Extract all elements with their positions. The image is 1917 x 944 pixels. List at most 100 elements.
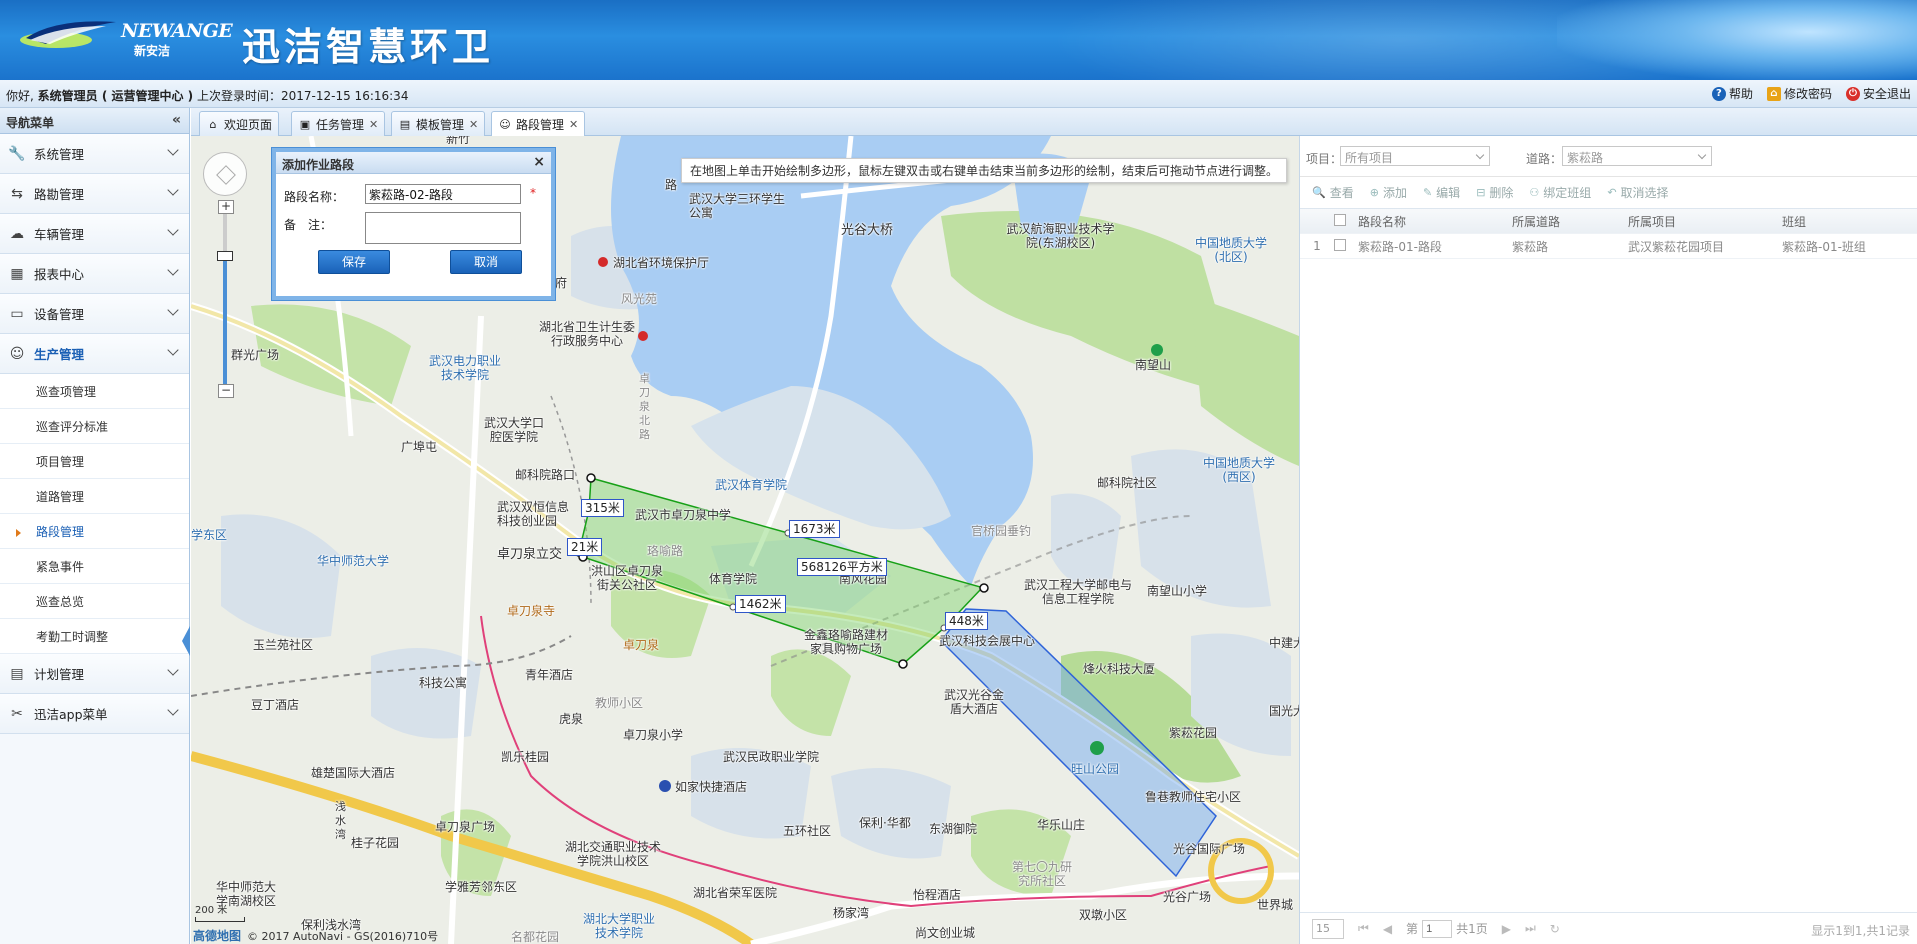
project-select[interactable]: 所有项目 [1340,146,1490,166]
scale-bar [195,917,245,922]
sidebar-title: 导航菜单 « [0,108,189,134]
map-label: 卓刀泉 [623,638,660,652]
production-submenu: 巡查项管理 巡查评分标准 项目管理 道路管理 路段管理 紧急事件 巡查总览 考勤… [0,374,189,654]
delete-button[interactable]: ⊟ 删除 [1476,184,1513,201]
change-password-link[interactable]: ⌂ 修改密码 [1766,85,1832,102]
pencil-icon: ✎ [1422,186,1433,199]
tab-template-management[interactable]: ▤ 模板管理 ✕ [391,111,486,136]
smile-icon: ☺ [499,118,511,131]
next-page-button[interactable]: ▶ [1502,922,1511,936]
sidebar-item-attendance[interactable]: 考勤工时调整 [0,619,189,654]
view-button[interactable]: 🔍 查看 [1312,184,1354,201]
road-select[interactable]: 紫菘路 [1562,146,1712,166]
refresh-icon[interactable]: ↻ [1550,922,1560,936]
zoom-rail-fill [223,251,227,386]
sidebar-item-projects[interactable]: 项目管理 [0,444,189,479]
menu-group-app[interactable]: ✂ 迅洁app菜单 [0,694,189,734]
scale-text: 200 米 [195,905,228,916]
tab-welcome[interactable]: ⌂ 欢迎页面 [199,111,280,136]
collapse-sidebar-button[interactable]: « [172,112,181,128]
page-size-select[interactable]: 15 [1312,918,1344,939]
page-number-input[interactable] [1422,919,1453,938]
page-summary: 显示1到1,共1记录 [1811,924,1910,938]
pan-control[interactable] [203,152,247,196]
tab-label: 任务管理 [316,117,365,132]
cancel-selection-button[interactable]: ↶ 取消选择 [1607,184,1668,201]
close-icon[interactable]: ✕ [569,118,578,131]
menu-group-plan[interactable]: ▤ 计划管理 [0,654,189,694]
sidebar-item-roads[interactable]: 道路管理 [0,479,189,514]
zoom-thumb[interactable] [217,251,233,261]
row-checkbox[interactable] [1334,238,1346,251]
close-icon[interactable]: ✕ [469,118,478,131]
edit-button[interactable]: ✎ 编辑 [1423,184,1460,201]
power-icon: ⏻ [1845,86,1860,101]
sidebar-item-scoring-standard[interactable]: 巡查评分标准 [0,409,189,444]
bind-team-button[interactable]: ⚇ 绑定班组 [1529,184,1591,201]
map-label: 新竹 [446,136,471,146]
user-name: 系统管理员 ( 运营管理中心 ) [37,89,194,103]
save-button[interactable]: 保存 [318,250,390,274]
tab-road-segment-management[interactable]: ☺ 路段管理 ✕ [491,111,586,137]
measurement-label: 21米 [567,538,603,556]
cancel-selection-label: 取消选择 [1620,186,1669,200]
menu-group-vehicle[interactable]: ☁ 车辆管理 [0,214,189,254]
map-label: 中国地质大学(西区) [1202,456,1275,484]
column-header[interactable]: 所属项目 [1624,213,1778,230]
map-label: 武汉科技会展中心 [939,634,1036,648]
select-all-checkbox-cell [1330,213,1354,229]
document-icon: ▤ [10,665,24,682]
logout-label: 安全退出 [1862,87,1911,101]
column-header[interactable]: 所属道路 [1508,213,1624,230]
measurement-label: 315米 [581,499,624,517]
help-link[interactable]: ? 帮助 [1711,85,1753,102]
map-label: 国光大 [1269,704,1299,718]
select-all-checkbox[interactable] [1334,213,1346,226]
logout-link[interactable]: ⏻ 安全退出 [1845,85,1911,102]
close-icon[interactable]: ✕ [369,118,378,131]
map-label: 如家快捷酒店 [675,780,748,794]
filter-bar: 项目： 所有项目 道路： 紫菘路 [1300,136,1917,176]
tab-task-management[interactable]: ▣ 任务管理 ✕ [291,111,386,136]
map-label: 卓刀泉广场 [435,820,496,834]
segment-name-input[interactable] [365,184,521,204]
menu-group-label: 路勘管理 [34,187,85,202]
sidebar-item-inspection-overview[interactable]: 巡查总览 [0,584,189,619]
zoom-in-button[interactable]: + [218,200,234,214]
column-header[interactable]: 班组 [1778,213,1908,230]
map-label: 湖北交通职业技术学院洪山校区 [565,840,662,868]
first-page-button[interactable]: ⏮ [1358,921,1369,936]
note-input[interactable] [365,212,521,244]
measurement-label: 448米 [945,612,988,630]
map-label: 光谷国际广场 [1173,842,1246,856]
map-label: 虎泉 [559,712,584,726]
map-label: 武汉市卓刀泉中学 [635,508,732,522]
map-label: 青年酒店 [525,668,574,682]
menu-group-report[interactable]: ▦ 报表中心 [0,254,189,294]
table-row[interactable]: 1 紫菘路-01-路段 紫菘路 武汉紫菘花园项目 紫菘路-01-班组 [1300,234,1917,259]
add-button[interactable]: ⊕ 添加 [1370,184,1407,201]
menu-group-device[interactable]: ▭ 设备管理 [0,294,189,334]
chevron-down-icon [167,224,179,236]
menu-group-survey[interactable]: ⇆ 路勘管理 [0,174,189,214]
last-page-button[interactable]: ⏭ [1525,921,1536,936]
zoom-slider[interactable]: + − [217,200,234,398]
sidebar-item-road-segments[interactable]: 路段管理 [0,514,189,549]
sidebar-item-emergencies[interactable]: 紧急事件 [0,549,189,584]
prev-page-button[interactable]: ◀ [1383,922,1392,936]
map-copyright: © 2017 AutoNavi - GS(2016)710号 [247,930,439,943]
menu-group-system[interactable]: 🔧 系统管理 [0,134,189,174]
column-header[interactable]: 路段名称 [1354,213,1508,230]
map-label: 卓刀泉立交 [497,547,563,562]
map-label: 怡程酒店 [913,888,962,902]
map-label: 华中师范大学 [317,554,390,568]
menu-group-production[interactable]: ☺ 生产管理 [0,334,189,374]
cancel-button[interactable]: 取消 [450,250,522,274]
map-label: 桂子花园 [351,836,400,850]
home-icon: ⌂ [209,117,217,131]
tools-icon: ✂ [11,705,23,722]
map-label: 卓刀泉寺 [507,604,556,618]
zoom-out-button[interactable]: − [218,384,234,398]
close-icon[interactable]: × [533,154,545,170]
sidebar-item-inspection-items[interactable]: 巡查项管理 [0,374,189,409]
